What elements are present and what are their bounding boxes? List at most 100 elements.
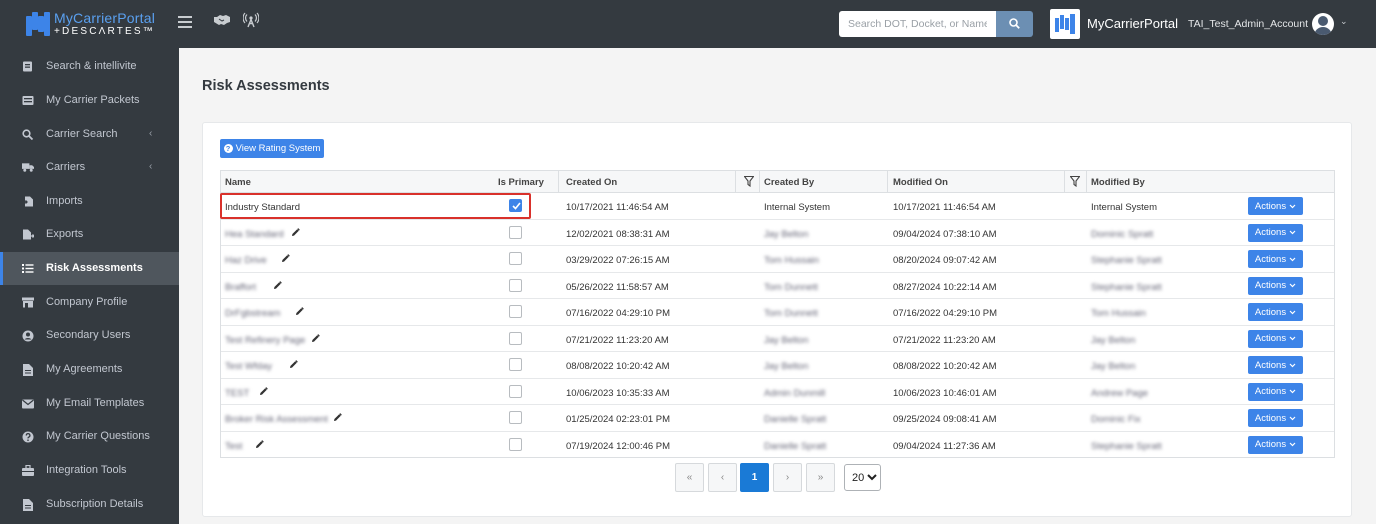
sidebar-item-carrier-search[interactable]: Carrier Search ‹ xyxy=(0,118,179,151)
created-by-cell: Admin Dunmill xyxy=(764,387,826,399)
sidebar-item-carrier-questions[interactable]: My Carrier Questions xyxy=(0,420,179,453)
table-row: Hea Standard 12/02/2021 08:38:31 AM Jay Be… xyxy=(221,220,1334,246)
export-icon xyxy=(22,229,34,240)
row-name[interactable]: Test Refinery Page xyxy=(225,335,305,346)
pencil-icon[interactable] xyxy=(333,413,342,422)
actions-label: Actions xyxy=(1254,333,1287,344)
created-by-cell: Tom Hussain xyxy=(764,255,819,266)
menu-toggle-icon[interactable] xyxy=(178,16,192,30)
column-header-name[interactable]: Name xyxy=(225,177,251,188)
actions-button[interactable]: Actions xyxy=(1248,276,1303,295)
is-primary-checkbox[interactable] xyxy=(509,411,522,424)
sidebar-item-my-agreements[interactable]: My Agreements xyxy=(0,353,179,386)
pager-first-button[interactable]: « xyxy=(675,463,704,492)
pencil-icon[interactable] xyxy=(273,280,282,290)
column-header-created-on[interactable]: Created On xyxy=(566,177,617,188)
row-name[interactable]: Hea Standard xyxy=(225,229,284,240)
created-on-cell: 05/26/2022 11:58:57 AM xyxy=(566,281,669,293)
search-button[interactable] xyxy=(996,11,1033,37)
top-navbar: MyCarrierPortal +DESCΛRTES™ MyCarrierPor… xyxy=(0,0,1376,48)
is-primary-checkbox[interactable] xyxy=(509,225,522,239)
sidebar-item-imports[interactable]: Imports xyxy=(0,185,179,218)
pencil-icon[interactable] xyxy=(259,386,268,396)
row-name[interactable]: Test xyxy=(225,441,242,452)
actions-label: Actions xyxy=(1254,306,1287,318)
row-name[interactable]: TEST xyxy=(225,388,249,399)
sidebar-item-subscription-details[interactable]: Subscription Details xyxy=(0,488,179,521)
actions-label: Actions xyxy=(1254,253,1287,265)
created-by-cell: Danielle Spratt xyxy=(764,414,827,425)
column-header-modified-by[interactable]: Modified By xyxy=(1091,177,1145,188)
modified-by-cell: Stephanie Spratt xyxy=(1091,440,1162,452)
handshake-icon[interactable] xyxy=(214,14,230,29)
pencil-icon[interactable] xyxy=(311,333,320,343)
sidebar-item-secondary-users[interactable]: Secondary Users xyxy=(0,319,179,352)
modified-on-cell: 09/25/2024 09:08:41 AM xyxy=(893,414,997,425)
created-on-cell: 03/29/2022 07:26:15 AM xyxy=(566,255,670,266)
column-header-modified-on[interactable]: Modified On xyxy=(893,177,948,188)
row-name[interactable]: Test Wfday xyxy=(225,361,272,372)
actions-button[interactable]: Actions xyxy=(1248,356,1303,374)
brand-text: MyCarrierPortal xyxy=(1087,16,1179,31)
pencil-icon[interactable] xyxy=(289,360,298,369)
modified-by-cell: Dominic Spratt xyxy=(1091,228,1154,240)
account-name[interactable]: TAI_Test_Admin_Account xyxy=(1188,18,1308,30)
filter-icon[interactable] xyxy=(1070,176,1080,187)
row-name[interactable]: DrFgbstream xyxy=(225,308,280,319)
modified-on-cell: 07/16/2022 04:29:10 PM xyxy=(893,308,998,319)
pencil-icon[interactable] xyxy=(291,227,300,237)
is-primary-checkbox[interactable] xyxy=(509,437,522,451)
sidebar-item-integration-tools[interactable]: Integration Tools xyxy=(0,454,179,487)
sidebar-item-risk-assessments[interactable]: Risk Assessments xyxy=(0,252,179,285)
actions-button[interactable]: Actions xyxy=(1248,303,1303,321)
row-name[interactable]: Haz Drive xyxy=(225,255,267,266)
row-name[interactable]: Broker Risk Assessment xyxy=(225,414,328,425)
tools-icon xyxy=(22,465,34,476)
actions-button[interactable]: Actions xyxy=(1248,409,1303,427)
app-logo[interactable]: MyCarrierPortal +DESCΛRTES™ xyxy=(26,10,161,40)
logo-mark-icon xyxy=(26,12,50,36)
column-header-created-by[interactable]: Created By xyxy=(764,177,814,188)
sidebar-item-company-profile[interactable]: Company Profile xyxy=(0,286,179,319)
page-title: Risk Assessments xyxy=(202,78,330,94)
view-rating-system-button[interactable]: ? View Rating System xyxy=(220,139,324,158)
actions-button[interactable]: Actions xyxy=(1248,435,1303,454)
modified-on-cell: 09/04/2024 11:27:36 AM xyxy=(893,440,996,452)
sidebar: Search & intellivite My Carrier Packets … xyxy=(0,48,179,524)
pencil-icon[interactable] xyxy=(295,307,304,316)
sidebar-item-exports[interactable]: Exports xyxy=(0,218,179,251)
broadcast-icon[interactable] xyxy=(242,12,260,31)
pencil-icon[interactable] xyxy=(255,439,264,449)
sidebar-item-email-templates[interactable]: My Email Templates xyxy=(0,387,179,420)
is-primary-checkbox[interactable] xyxy=(509,278,522,292)
row-name[interactable]: Braffort xyxy=(225,282,256,293)
is-primary-checkbox[interactable] xyxy=(509,358,522,371)
pager-current-page[interactable]: 1 xyxy=(740,463,769,492)
sidebar-item-search-intellivite[interactable]: Search & intellivite xyxy=(0,50,179,83)
actions-button[interactable]: Actions xyxy=(1248,197,1303,215)
page-size-select[interactable]: 102050100 xyxy=(844,464,881,491)
created-by-cell: Danielle Spratt xyxy=(764,440,827,452)
pager-next-button[interactable]: › xyxy=(773,463,802,492)
actions-button[interactable]: Actions xyxy=(1248,250,1303,268)
pencil-icon[interactable] xyxy=(281,254,290,263)
chevron-down-icon[interactable]: ⌄ xyxy=(1340,16,1348,27)
actions-button[interactable]: Actions xyxy=(1248,329,1303,348)
modified-by-cell: Dominic Fix xyxy=(1091,414,1141,425)
sidebar-item-carrier-packets[interactable]: My Carrier Packets xyxy=(0,84,179,117)
filter-icon[interactable] xyxy=(744,176,754,187)
table-row: Broker Risk Assessment 01/25/2024 02:23:0… xyxy=(221,405,1334,432)
pager-prev-button[interactable]: ‹ xyxy=(708,463,737,492)
actions-button[interactable]: Actions xyxy=(1248,223,1303,242)
avatar[interactable] xyxy=(1312,13,1334,35)
search-input[interactable] xyxy=(839,11,996,37)
is-primary-checkbox[interactable] xyxy=(509,252,522,265)
is-primary-checkbox[interactable] xyxy=(509,384,522,398)
is-primary-checkbox[interactable] xyxy=(509,305,522,318)
column-header-is-primary[interactable]: Is Primary xyxy=(498,177,544,188)
table-row: Braffort 05/26/2022 11:58:57 AM Tom Dunnet… xyxy=(221,273,1334,299)
pager-last-button[interactable]: » xyxy=(806,463,835,492)
sidebar-item-carriers[interactable]: Carriers ‹ xyxy=(0,151,179,184)
is-primary-checkbox[interactable] xyxy=(509,331,522,345)
actions-button[interactable]: Actions xyxy=(1248,382,1303,401)
